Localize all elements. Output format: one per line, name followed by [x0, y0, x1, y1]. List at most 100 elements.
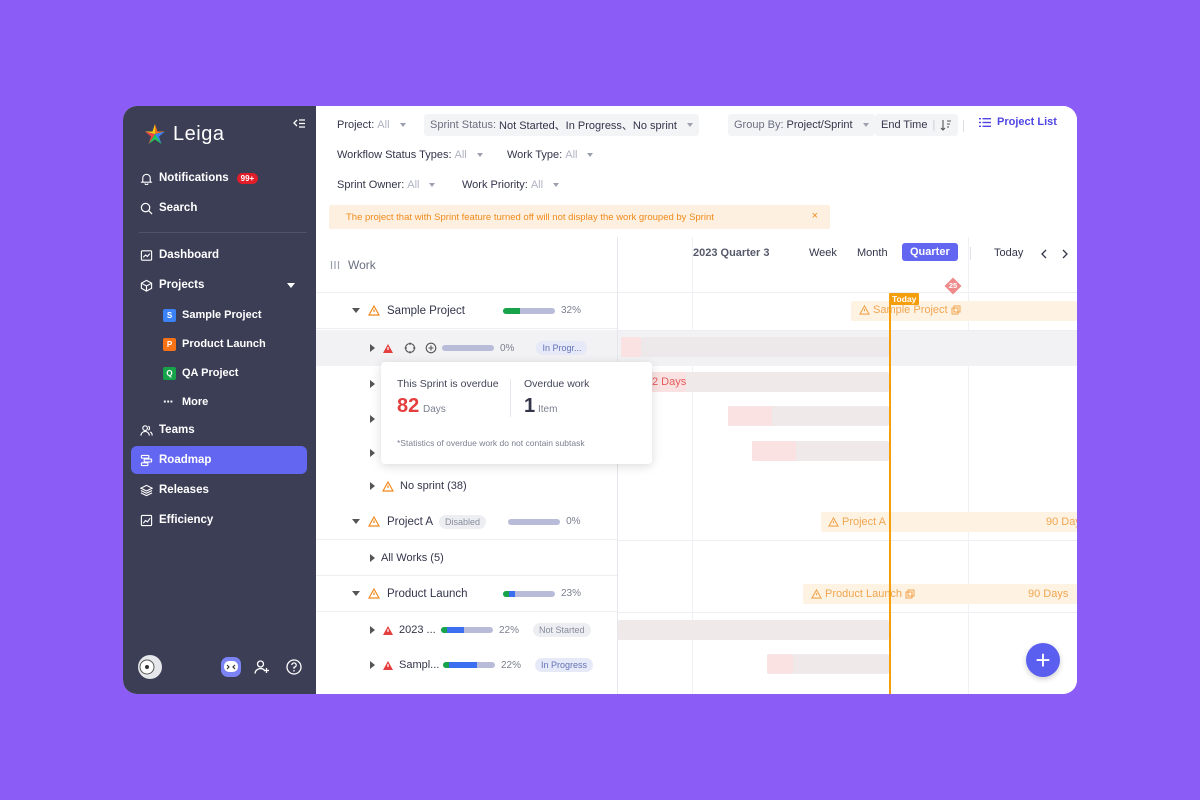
assistant-bot-icon[interactable] — [220, 656, 242, 678]
roadmap-icon — [140, 454, 152, 466]
warning-icon — [382, 480, 394, 492]
teams-label: Teams — [159, 424, 195, 436]
collapse-caret-icon[interactable] — [352, 591, 360, 596]
sprint-overdue-unit: Days — [423, 404, 446, 415]
row-product-launch[interactable]: Product Launch 23% — [316, 576, 617, 612]
app-window: Leiga Notifications 99+ Search Dashboard… — [123, 106, 1077, 694]
filter-value: Project/Sprint — [786, 119, 853, 131]
sidebar-item-search[interactable]: Search — [131, 194, 307, 222]
row-sprint-1[interactable]: 0% In Progr... — [316, 330, 617, 366]
row-label: All Works (5) — [381, 551, 444, 564]
collapse-caret-icon[interactable] — [352, 519, 360, 524]
sidebar-more[interactable]: ··· More — [163, 391, 208, 413]
filter-value: All — [454, 149, 467, 161]
row-no-sprint[interactable]: No sprint (38) — [316, 468, 617, 504]
filter-sprint-status[interactable]: Sprint Status: Not Started、In Progress、N… — [424, 114, 699, 136]
more-dots-icon: ··· — [163, 394, 174, 409]
columns-icon[interactable] — [330, 260, 340, 270]
expand-caret-icon[interactable] — [370, 449, 375, 457]
row-all-works[interactable]: All Works (5) — [316, 540, 617, 576]
sidebar-divider — [139, 232, 307, 233]
search-label: Search — [159, 202, 198, 214]
sidebar-item-dashboard[interactable]: Dashboard — [131, 241, 307, 269]
row-label: Sampl... — [399, 659, 440, 671]
sidebar-project-qa[interactable]: Q QA Project — [163, 362, 238, 384]
avatar[interactable] — [137, 654, 163, 680]
collapse-caret-icon[interactable] — [352, 308, 360, 313]
sort-end-time[interactable]: End Time | — [875, 114, 959, 136]
filter-workflow-status[interactable]: Workflow Status Types: All — [337, 144, 483, 166]
timeline-label-product-launch: Product Launch — [811, 588, 915, 600]
view-quarter[interactable]: Quarter — [902, 243, 958, 261]
filter-value: Not Started、In Progress、No sprint — [499, 120, 677, 132]
add-circle-icon[interactable] — [425, 342, 437, 354]
sidebar-item-efficiency[interactable]: Efficiency — [131, 506, 307, 534]
target-icon[interactable] — [404, 342, 416, 354]
chevron-down-icon — [399, 123, 406, 127]
sprint-overdue-title: This Sprint is overdue — [397, 378, 499, 390]
expand-caret-icon[interactable] — [370, 344, 375, 352]
filter-project[interactable]: Project: All — [337, 114, 406, 136]
expand-caret-icon[interactable] — [370, 482, 375, 490]
releases-label: Releases — [159, 484, 209, 496]
timeline-bar-overdue[interactable] — [651, 372, 889, 392]
projects-label: Projects — [159, 279, 205, 291]
expand-caret-icon[interactable] — [370, 380, 375, 388]
timeline-bar-sprint1[interactable] — [621, 337, 641, 357]
notice-text: The project that with Sprint feature tur… — [346, 211, 714, 223]
row-pl-sprint-2[interactable]: Sampl... 22% In Progress — [316, 647, 617, 683]
view-week[interactable]: Week — [809, 247, 837, 259]
timeline-bar-pl-sprint1[interactable] — [618, 620, 889, 640]
timeline-bar-row3-head — [728, 406, 772, 426]
progress-bar — [441, 627, 493, 633]
sidebar-project-sample[interactable]: S Sample Project — [163, 304, 261, 326]
sidebar-item-roadmap[interactable]: Roadmap — [131, 446, 307, 474]
progress-percent: 32% — [561, 305, 582, 316]
sprint-overdue-value: 82 — [397, 395, 420, 417]
row-project-a[interactable]: Project A Disabled 0% — [316, 504, 617, 540]
filter-work-type[interactable]: Work Type: All — [507, 144, 594, 166]
filter-value: All — [377, 119, 390, 131]
filter-label: Project: — [337, 119, 375, 131]
dashboard-label: Dashboard — [159, 249, 220, 261]
sidebar-item-releases[interactable]: Releases — [131, 476, 307, 504]
logo[interactable]: Leiga — [143, 122, 224, 146]
add-user-icon[interactable] — [254, 659, 270, 675]
chevron-right-icon[interactable] — [1061, 249, 1069, 259]
sidebar: Leiga Notifications 99+ Search Dashboard… — [123, 106, 316, 694]
sprint-notice-banner: The project that with Sprint feature tur… — [329, 205, 830, 229]
filter-work-priority[interactable]: Work Priority: All — [462, 174, 560, 196]
close-icon[interactable]: × — [812, 210, 818, 222]
sidebar-project-product-launch[interactable]: P Product Launch — [163, 333, 266, 355]
chevron-down-icon — [862, 123, 869, 127]
collapse-sidebar-icon[interactable] — [292, 118, 306, 130]
expand-caret-icon[interactable] — [370, 626, 375, 634]
project-label: Product Launch — [182, 338, 266, 350]
row-sample-project[interactable]: Sample Project 32% — [316, 293, 617, 329]
progress-bar — [503, 307, 555, 314]
timeline-bar-row4-head — [752, 441, 796, 461]
expand-caret-icon[interactable] — [370, 553, 375, 562]
row-pl-sprint-1[interactable]: 2023 ... 22% Not Started — [316, 612, 617, 648]
expand-caret-icon[interactable] — [370, 661, 375, 669]
copy-icon[interactable] — [951, 305, 961, 315]
chevron-left-icon[interactable] — [1040, 249, 1048, 259]
chevron-down-icon — [429, 183, 436, 187]
project-list-button[interactable]: Project List — [979, 116, 1057, 128]
today-marker: Today — [889, 293, 920, 305]
status-badge: In Progress — [535, 658, 594, 672]
add-fab-button[interactable]: + — [1026, 643, 1060, 677]
sidebar-item-projects[interactable]: Projects — [131, 271, 307, 299]
today-button[interactable]: Today — [994, 247, 1023, 259]
expand-caret-icon[interactable] — [370, 415, 375, 423]
view-month[interactable]: Month — [857, 247, 888, 259]
filter-sprint-owner[interactable]: Sprint Owner: All — [337, 174, 436, 196]
filter-group-by[interactable]: Group By: Project/Sprint — [728, 114, 875, 136]
copy-icon[interactable] — [905, 589, 915, 599]
sidebar-item-teams[interactable]: Teams — [131, 416, 307, 444]
help-icon[interactable] — [286, 659, 302, 675]
sidebar-item-notifications[interactable]: Notifications 99+ — [131, 164, 307, 192]
filter-label: Work Priority: — [462, 179, 528, 191]
chevron-down-icon[interactable] — [287, 283, 295, 288]
sort-desc-icon[interactable] — [940, 119, 952, 131]
